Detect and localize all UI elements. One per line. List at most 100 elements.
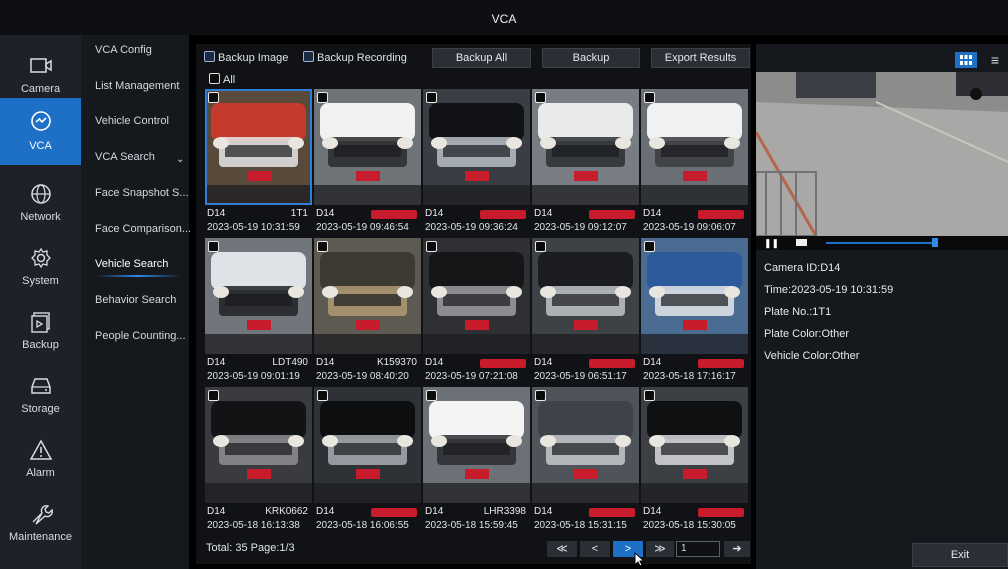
backup-icon: [31, 312, 50, 333]
exit-button[interactable]: Exit: [912, 543, 1008, 567]
result-tile[interactable]: D14 2023-05-19 09:36:24: [423, 89, 530, 237]
tile-timestamp: 2023-05-19 09:36:24: [425, 222, 518, 233]
subnav-vehicle-control[interactable]: Vehicle Control: [95, 115, 169, 127]
tile-timestamp: 2023-05-18 15:30:05: [643, 520, 736, 531]
list-view-icon[interactable]: ≡: [984, 52, 1006, 68]
tile-checkbox[interactable]: [317, 92, 328, 103]
tile-checkbox[interactable]: [644, 390, 655, 401]
subnav-vca-search[interactable]: VCA Search: [95, 151, 155, 163]
vehicle-snapshot[interactable]: [314, 387, 421, 503]
vehicle-snapshot[interactable]: [532, 387, 639, 503]
nav-camera-label: Camera: [20, 83, 61, 95]
vehicle-snapshot[interactable]: [314, 89, 421, 205]
tile-checkbox[interactable]: [535, 92, 546, 103]
tile-plate: 1T1: [290, 208, 308, 219]
vehicle-snapshot[interactable]: [205, 238, 312, 354]
vehicle-snapshot[interactable]: [641, 89, 748, 205]
tile-checkbox[interactable]: [208, 241, 219, 252]
detail-plate-no: Plate No.:1T1: [764, 306, 832, 318]
result-tile[interactable]: D14 2023-05-18 15:30:05: [641, 387, 748, 535]
result-tile[interactable]: D14 2023-05-19 09:46:54: [314, 89, 421, 237]
backup-button[interactable]: Backup: [542, 48, 640, 68]
vehicle-snapshot[interactable]: [423, 387, 530, 503]
select-all-checkbox[interactable]: All: [209, 73, 235, 86]
vehicle-snapshot[interactable]: [423, 238, 530, 354]
tile-checkbox[interactable]: [426, 92, 437, 103]
vehicle-snapshot[interactable]: [205, 387, 312, 503]
result-tile[interactable]: D14 2023-05-19 06:51:17: [532, 238, 639, 386]
grid-view-icon[interactable]: [955, 52, 977, 68]
tile-checkbox[interactable]: [535, 390, 546, 401]
tile-checkbox[interactable]: [208, 390, 219, 401]
page-number-input[interactable]: 1: [676, 541, 720, 557]
tile-camera: D14: [425, 357, 444, 368]
subnav-list-management[interactable]: List Management: [95, 80, 179, 92]
result-tile[interactable]: D14 KRK0662 2023-05-18 16:13:38: [205, 387, 312, 535]
vehicle-snapshot[interactable]: [532, 89, 639, 205]
tile-checkbox[interactable]: [426, 241, 437, 252]
result-tile[interactable]: D14 K159370 2023-05-19 08:40:20: [314, 238, 421, 386]
vehicle-snapshot[interactable]: [314, 238, 421, 354]
seek-handle[interactable]: [932, 238, 938, 247]
result-tile[interactable]: D14 2023-05-19 07:21:08: [423, 238, 530, 386]
tile-camera: D14: [207, 357, 226, 368]
vehicle-snapshot[interactable]: [641, 387, 748, 503]
tile-checkbox[interactable]: [535, 241, 546, 252]
first-page-button[interactable]: ≪: [547, 541, 577, 557]
subnav-behavior-search[interactable]: Behavior Search: [95, 294, 176, 306]
tile-checkbox[interactable]: [317, 241, 328, 252]
tile-plate: [371, 508, 417, 517]
subnav-people-counting[interactable]: People Counting...: [95, 330, 186, 342]
subnav-face-snapshot[interactable]: Face Snapshot S...: [95, 187, 189, 199]
subnav-face-comparison[interactable]: Face Comparison...: [95, 223, 191, 235]
backup-recording-checkbox[interactable]: Backup Recording: [303, 51, 407, 64]
nav-storage[interactable]: Storage: [0, 365, 81, 427]
vehicle-snapshot[interactable]: [641, 238, 748, 354]
tile-plate: KRK0662: [265, 506, 308, 517]
tile-checkbox[interactable]: [208, 92, 219, 103]
tile-camera: D14: [207, 208, 226, 219]
nav-backup[interactable]: Backup: [0, 301, 81, 363]
backup-all-button[interactable]: Backup All: [432, 48, 531, 68]
tile-checkbox[interactable]: [317, 390, 328, 401]
nav-alarm-label: Alarm: [26, 467, 55, 479]
backup-image-checkbox[interactable]: Backup Image: [204, 51, 288, 64]
vehicle-snapshot[interactable]: [423, 89, 530, 205]
window-title: VCA: [491, 12, 517, 26]
prev-page-button[interactable]: <: [580, 541, 610, 557]
nav-network[interactable]: Network: [0, 173, 81, 235]
nav-system[interactable]: System: [0, 237, 81, 299]
result-tile[interactable]: D14 2023-05-19 09:06:07: [641, 89, 748, 237]
result-tile[interactable]: D14 2023-05-19 09:12:07: [532, 89, 639, 237]
tile-checkbox[interactable]: [644, 241, 655, 252]
tile-checkbox[interactable]: [426, 390, 437, 401]
tile-camera: D14: [207, 506, 226, 517]
nav-alarm[interactable]: Alarm: [0, 429, 81, 491]
stop-icon[interactable]: [796, 239, 807, 246]
tile-timestamp: 2023-05-18 16:06:55: [316, 520, 409, 531]
result-tile[interactable]: D14 2023-05-18 15:31:15: [532, 387, 639, 535]
result-tile[interactable]: D14 LHR3398 2023-05-18 15:59:45: [423, 387, 530, 535]
nav-vca[interactable]: VCA: [0, 98, 81, 165]
tile-camera: D14: [643, 357, 662, 368]
subnav-vehicle-search[interactable]: Vehicle Search: [95, 258, 168, 270]
result-tile[interactable]: D14 1T1 2023-05-19 10:31:59: [205, 89, 312, 237]
subnav-vca-config[interactable]: VCA Config: [95, 44, 152, 56]
last-page-button[interactable]: ≫: [646, 541, 674, 557]
export-results-button[interactable]: Export Results: [651, 48, 750, 68]
nav-maintenance[interactable]: Maintenance: [0, 493, 81, 555]
go-page-button[interactable]: ➔: [724, 541, 750, 557]
result-tile[interactable]: D14 2023-05-18 17:16:17: [641, 238, 748, 386]
checkbox-icon: [303, 51, 314, 62]
video-preview[interactable]: [756, 72, 1008, 236]
seek-track[interactable]: [826, 242, 938, 244]
result-tile[interactable]: D14 LDT490 2023-05-19 09:01:19: [205, 238, 312, 386]
tile-checkbox[interactable]: [644, 92, 655, 103]
pause-icon[interactable]: ❚❚: [764, 238, 779, 249]
vehicle-snapshot[interactable]: [532, 238, 639, 354]
result-tile[interactable]: D14 2023-05-18 16:06:55: [314, 387, 421, 535]
chevron-down-icon[interactable]: ⌄: [176, 154, 184, 165]
vehicle-snapshot[interactable]: [205, 89, 312, 205]
tile-plate: [698, 508, 744, 517]
vca-icon: [31, 111, 51, 131]
